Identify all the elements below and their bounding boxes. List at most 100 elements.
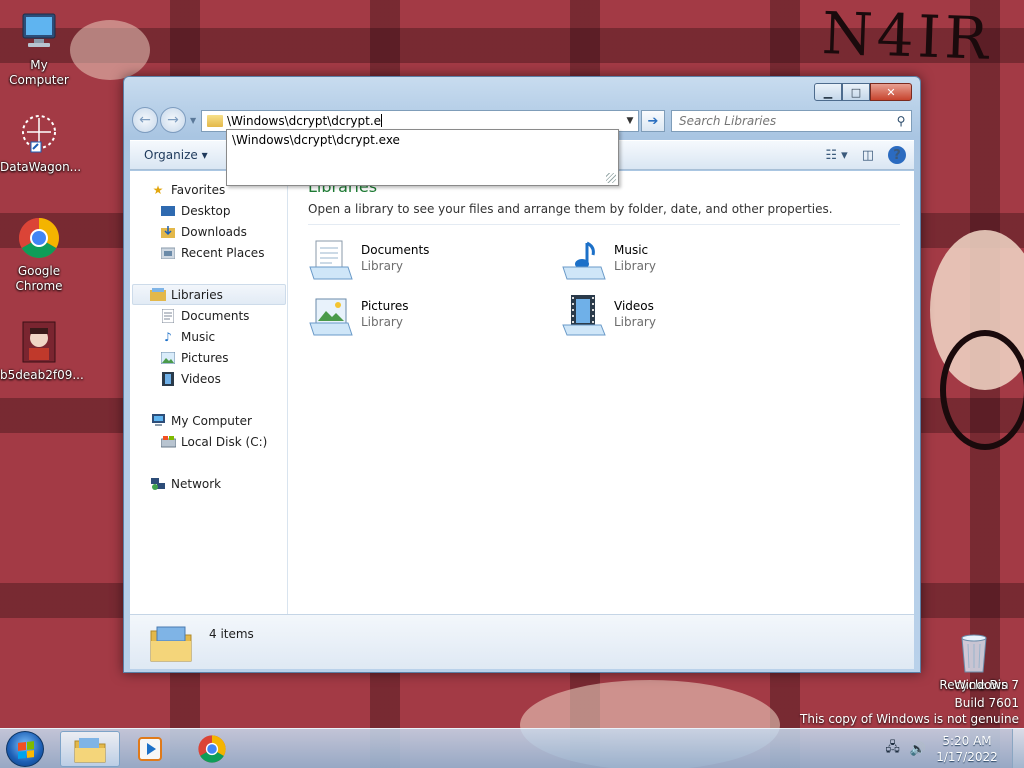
wallpaper-text: N4IR xyxy=(820,0,994,73)
organize-button[interactable]: Organize ▾ xyxy=(144,148,208,162)
datawagon-icon xyxy=(17,112,61,156)
desktop-icon-google-chrome[interactable]: Google Chrome xyxy=(0,216,78,294)
taskbar-explorer[interactable] xyxy=(60,731,120,767)
library-type: Library xyxy=(614,259,656,273)
clock-date: 1/17/2022 xyxy=(936,750,998,764)
command-bar-right: ☷ ▾ ◫ ? xyxy=(811,146,906,164)
folder-icon xyxy=(207,115,223,127)
window-body: ★ Favorites Desktop Downloads Recent Plac… xyxy=(130,171,914,614)
recent-pages-dropdown[interactable]: ▼ xyxy=(190,116,196,125)
pictures-icon xyxy=(160,351,176,365)
search-box[interactable]: ⚲ xyxy=(671,110,912,132)
nav-my-computer[interactable]: My Computer xyxy=(150,410,252,431)
chrome-icon xyxy=(198,735,226,763)
star-icon: ★ xyxy=(152,182,164,197)
explorer-icon xyxy=(74,738,106,763)
library-name: Pictures xyxy=(361,299,409,313)
documents-icon xyxy=(160,308,176,323)
wallpaper-shape xyxy=(70,20,150,80)
desktop-icon xyxy=(160,204,176,218)
nav-documents[interactable]: Documents xyxy=(160,305,249,326)
nav-recent-places[interactable]: Recent Places xyxy=(160,242,264,263)
item-count: 4 items xyxy=(209,627,254,641)
library-music[interactable]: Music Library xyxy=(561,235,761,283)
libraries-icon xyxy=(150,288,166,302)
desktop-icon-my-computer[interactable]: My Computer xyxy=(0,10,78,88)
recycle-bin-icon xyxy=(952,630,996,674)
taskbar-chrome[interactable] xyxy=(182,731,242,767)
help-icon[interactable]: ? xyxy=(888,146,906,164)
nav-pictures[interactable]: Pictures xyxy=(160,347,229,368)
nav-videos[interactable]: Videos xyxy=(160,368,221,389)
desktop-icon-label: b5deab2f09... xyxy=(0,368,84,382)
watermark-line: Build 7601 xyxy=(954,696,1019,710)
nav-downloads[interactable]: Downloads xyxy=(160,221,247,242)
desktop-icon-image-file[interactable]: b5deab2f09... xyxy=(0,320,84,383)
start-button[interactable] xyxy=(6,731,44,767)
view-options-icon[interactable]: ☷ ▾ xyxy=(825,148,847,163)
music-library-icon xyxy=(561,239,607,281)
desktop-icon-datawagon[interactable]: DataWagon... xyxy=(0,112,82,175)
nav-desktop[interactable]: Desktop xyxy=(160,200,231,221)
desktop-icon-label: My Computer xyxy=(9,58,69,87)
taskbar-media-player[interactable] xyxy=(120,731,180,767)
address-dropdown-icon[interactable]: ▼ xyxy=(622,116,638,126)
taskbar: 🖧 🔊 5:20 AM 1/17/2022 xyxy=(0,728,1024,768)
maximize-button[interactable]: □ xyxy=(842,83,870,101)
videos-icon xyxy=(160,371,176,386)
nav-libraries[interactable]: Libraries xyxy=(132,284,286,305)
back-button[interactable]: ← xyxy=(132,107,158,133)
recent-places-icon xyxy=(160,246,176,260)
search-icon[interactable]: ⚲ xyxy=(891,114,911,128)
library-name: Documents xyxy=(361,243,430,257)
navigation-pane: ★ Favorites Desktop Downloads Recent Plac… xyxy=(130,171,288,614)
disk-icon xyxy=(160,435,176,449)
content-pane: Libraries Open a library to see your fil… xyxy=(289,171,914,614)
library-documents[interactable]: Documents Library xyxy=(308,235,508,283)
minimize-button[interactable]: ▁ xyxy=(814,83,842,101)
watermark-line: Windows 7 xyxy=(953,678,1019,692)
go-button[interactable]: ➔ xyxy=(641,110,665,132)
navigation-buttons: ← → ▼ xyxy=(132,107,196,133)
image-file-icon xyxy=(17,320,61,364)
resize-grip[interactable] xyxy=(606,173,616,183)
network-status-icon[interactable]: 🖧 xyxy=(885,738,900,760)
autocomplete-item[interactable]: \Windows\dcrypt\dcrypt.exe xyxy=(232,133,400,147)
computer-icon xyxy=(17,10,61,54)
system-tray: 🖧 🔊 5:20 AM 1/17/2022 xyxy=(885,729,1024,768)
nav-music[interactable]: ♪ Music xyxy=(160,326,215,347)
clock-time: 5:20 AM xyxy=(942,734,992,748)
library-pictures[interactable]: Pictures Library xyxy=(308,291,508,339)
address-input[interactable]: \Windows\dcrypt\dcrypt.e xyxy=(227,114,622,128)
media-player-icon xyxy=(138,737,162,761)
pictures-library-icon xyxy=(308,295,354,337)
show-desktop-button[interactable] xyxy=(1012,729,1024,768)
nav-local-disk[interactable]: Local Disk (C:) xyxy=(160,431,267,452)
close-button[interactable]: ✕ xyxy=(870,83,912,101)
network-icon xyxy=(150,477,166,491)
watermark-line: This copy of Windows is not genuine xyxy=(800,712,1019,726)
libraries-folder-icon xyxy=(149,623,193,663)
library-videos[interactable]: Videos Library xyxy=(561,291,761,339)
page-description: Open a library to see your files and arr… xyxy=(308,202,833,216)
library-type: Library xyxy=(361,315,403,329)
preview-pane-icon[interactable]: ◫ xyxy=(862,148,874,163)
details-pane: 4 items xyxy=(130,614,914,669)
downloads-icon xyxy=(160,225,176,239)
desktop-icon-label: DataWagon... xyxy=(0,160,82,174)
library-name: Music xyxy=(614,243,649,257)
library-type: Library xyxy=(614,315,656,329)
nav-network[interactable]: Network xyxy=(150,473,221,494)
windows-logo-icon xyxy=(18,741,34,759)
forward-button[interactable]: → xyxy=(160,107,186,133)
wallpaper-shape xyxy=(940,330,1024,450)
computer-icon xyxy=(150,414,166,428)
text-caret xyxy=(381,114,383,127)
search-input[interactable] xyxy=(679,114,891,128)
volume-icon[interactable]: 🔊 xyxy=(910,742,926,757)
caption-buttons: ▁ □ ✕ xyxy=(814,83,912,101)
videos-library-icon xyxy=(561,295,607,337)
nav-favorites[interactable]: ★ Favorites xyxy=(150,179,226,200)
address-autocomplete: \Windows\dcrypt\dcrypt.exe xyxy=(226,129,619,186)
clock[interactable]: 5:20 AM 1/17/2022 xyxy=(936,733,998,765)
